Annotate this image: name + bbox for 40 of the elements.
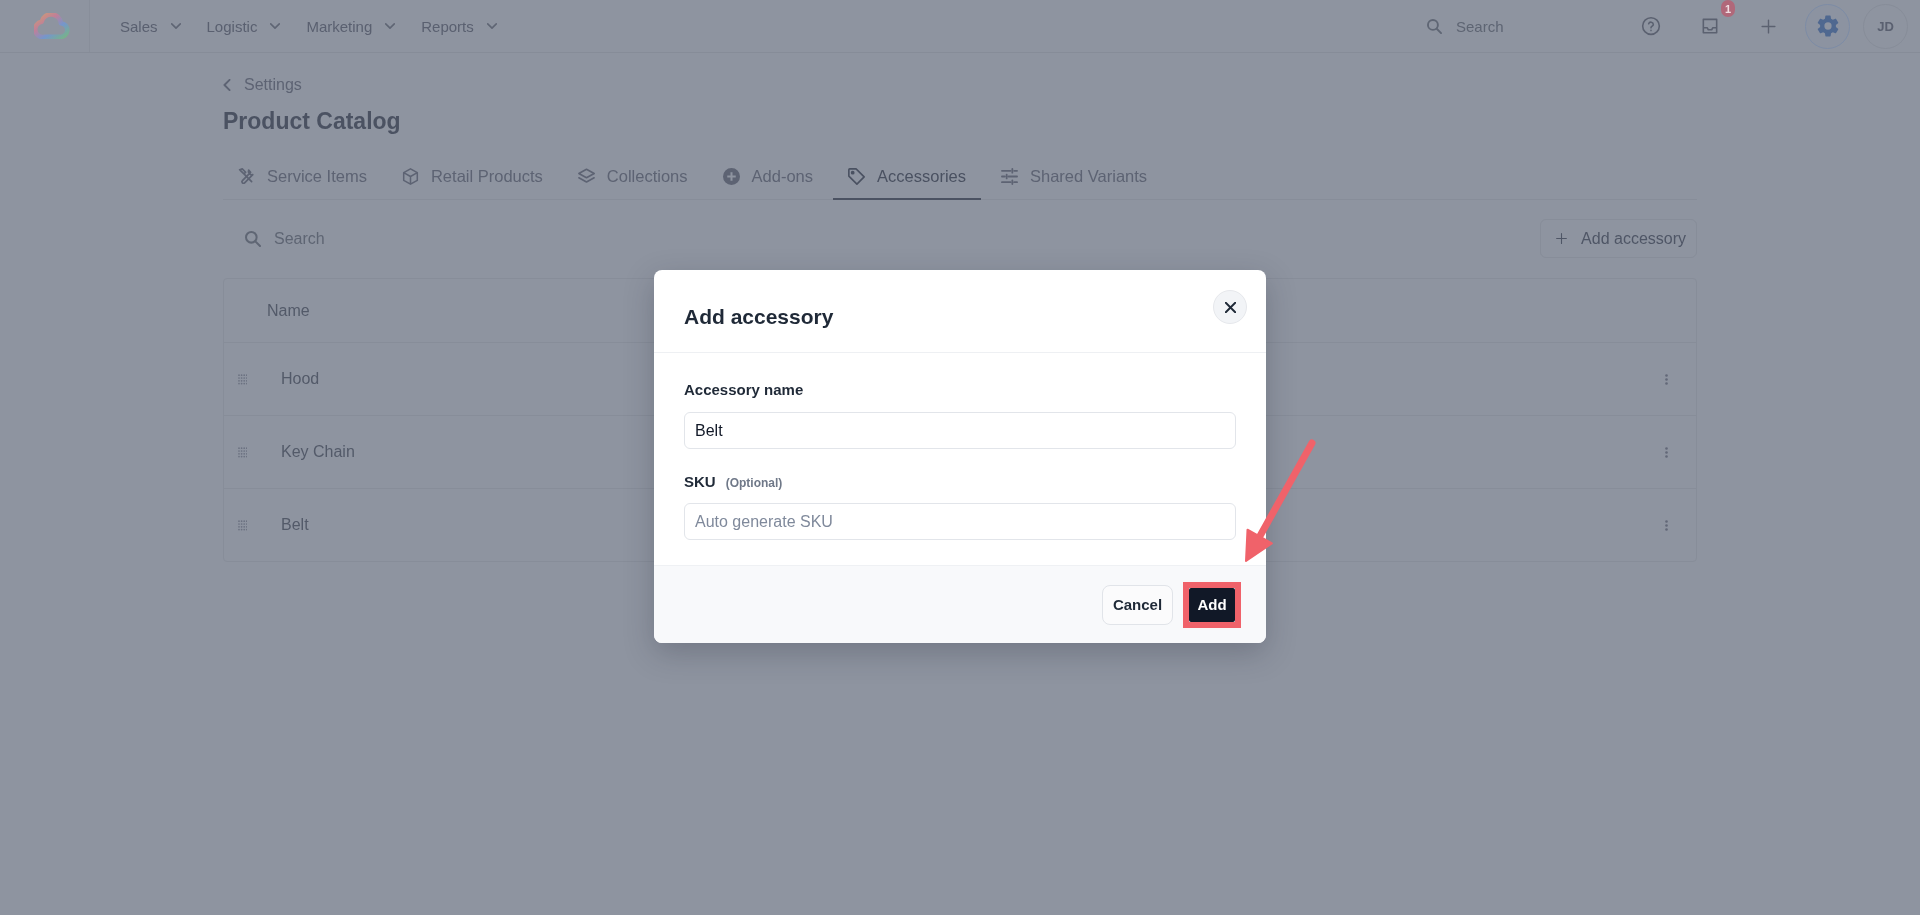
settings-button[interactable] bbox=[1805, 3, 1850, 49]
search-icon bbox=[1427, 18, 1442, 34]
add-accessory-button[interactable]: Add accessory bbox=[1540, 219, 1697, 258]
table-cell: Belt bbox=[281, 516, 309, 534]
chevron-left-icon bbox=[223, 79, 231, 91]
drag-handle-icon[interactable] bbox=[238, 519, 247, 531]
drag-handle-icon[interactable] bbox=[238, 373, 247, 385]
tag-icon bbox=[848, 167, 866, 185]
chevron-down-icon bbox=[486, 23, 497, 29]
layers-icon bbox=[577, 167, 595, 185]
settings-icon bbox=[1816, 15, 1839, 37]
sliders-icon bbox=[1001, 167, 1018, 185]
dialog-title: Add accessory bbox=[684, 304, 834, 330]
close-icon bbox=[1224, 301, 1236, 313]
inbox-icon[interactable] bbox=[1700, 16, 1720, 36]
page-title: Product Catalog bbox=[223, 107, 401, 135]
field-label: SKU bbox=[684, 473, 716, 491]
text-input[interactable]: Belt bbox=[684, 412, 1236, 449]
table-cell: Key Chain bbox=[281, 443, 355, 461]
notification-badge: 1 bbox=[1721, 0, 1735, 17]
cloud-logo[interactable] bbox=[34, 13, 70, 39]
tools-icon bbox=[238, 167, 255, 185]
chevron-down-icon bbox=[170, 23, 181, 29]
close-button[interactable] bbox=[1213, 290, 1247, 324]
chevron-down-icon bbox=[270, 23, 281, 29]
chevron-down-icon bbox=[385, 23, 396, 29]
tab[interactable]: Accessories bbox=[833, 154, 981, 200]
field-label: Accessory name bbox=[684, 381, 804, 399]
plus-icon bbox=[1555, 232, 1569, 245]
cancel-button[interactable]: Cancel bbox=[1102, 584, 1173, 625]
text-input[interactable]: Auto generate SKU bbox=[684, 503, 1236, 540]
help-icon[interactable] bbox=[1641, 16, 1661, 36]
column-header: Name bbox=[267, 301, 310, 320]
table-cell: Hood bbox=[281, 370, 320, 388]
cube-icon bbox=[401, 167, 419, 185]
optional-hint: (Optional) bbox=[725, 476, 783, 490]
plus-icon[interactable] bbox=[1760, 17, 1777, 35]
add-button[interactable]: Add bbox=[1189, 587, 1235, 622]
search-icon bbox=[245, 230, 261, 247]
drag-handle-icon[interactable] bbox=[238, 446, 247, 458]
